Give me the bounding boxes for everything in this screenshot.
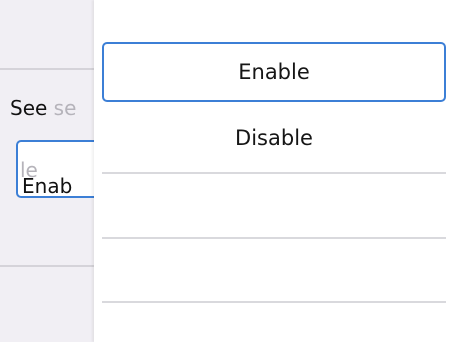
option-disable-label: Disable [235,126,313,150]
option-enable[interactable]: Enable [102,42,446,102]
background-row-label-faded: se [53,96,77,120]
dropdown-panel: Enable Disable [94,0,456,342]
list-divider [102,301,446,303]
option-enable-label: Enable [238,60,310,84]
background-field-value-text: Enab [22,174,73,198]
background-row-label-text: See [10,96,54,120]
divider [0,68,94,70]
option-disable[interactable]: Disable [102,108,446,168]
background-value-field[interactable]: Enab le [16,140,106,198]
list-divider [102,237,446,239]
background-field-value: Enab le [20,158,72,198]
list-divider [102,172,446,174]
background-row-label: See se [10,96,76,120]
divider [0,265,94,267]
